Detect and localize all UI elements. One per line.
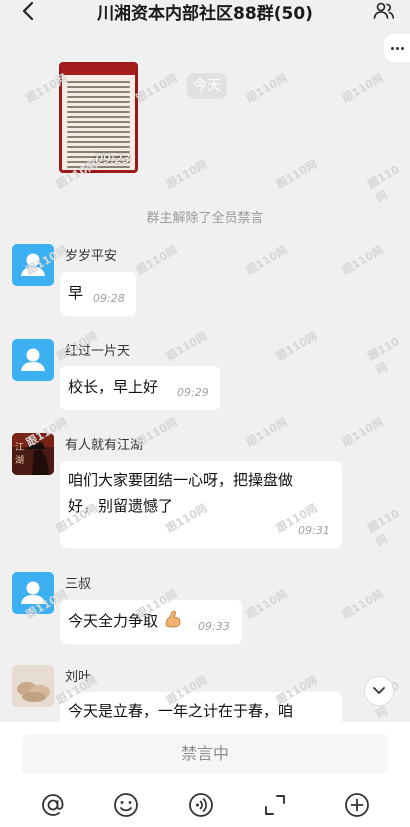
watermark-text: 跟110网 xyxy=(340,243,386,278)
chat-title: 川湘资本内部社区88群(50) xyxy=(97,4,313,24)
watermark-text: 跟110网 xyxy=(244,415,290,450)
voice-icon xyxy=(189,793,213,817)
avatar-char: 湖 xyxy=(15,455,24,466)
watermark-text: 跟110网 xyxy=(340,415,386,450)
muted-input-field[interactable]: 禁言中 xyxy=(22,734,388,774)
plus-icon xyxy=(345,793,369,817)
at-icon xyxy=(42,794,64,816)
message-content: 今天全力争取 xyxy=(68,608,183,635)
watermark-text: 跟110网 xyxy=(134,71,180,106)
sender-name: 岁岁平安 xyxy=(65,249,118,264)
back-button[interactable] xyxy=(18,0,42,22)
flexed-biceps-icon xyxy=(165,610,181,628)
system-message: 群主解除了全员禁言 xyxy=(146,211,264,226)
avatar[interactable] xyxy=(12,339,54,381)
watermark-text: 跟110网 xyxy=(340,587,386,622)
more-dot-icon xyxy=(395,46,399,50)
watermark-text: 跟110网 xyxy=(244,587,290,622)
shared-image-message[interactable]: 09:23 xyxy=(59,62,138,173)
scroll-to-bottom-button[interactable] xyxy=(364,676,394,706)
message-time: 09:33 xyxy=(198,620,230,633)
sender-name: 三叔 xyxy=(65,577,92,592)
watermark-text: 跟110网 xyxy=(244,71,290,106)
message-bubble[interactable]: 校长，早上好 09:29 xyxy=(60,366,220,410)
avatar-char: 江 xyxy=(15,442,24,453)
watermark-text: 跟110网 xyxy=(244,243,290,278)
more-functions-button[interactable] xyxy=(342,790,372,820)
message-text: 早 xyxy=(68,284,84,302)
watermark-text: 跟110网 xyxy=(164,157,210,192)
watermark-text: 跟110网 xyxy=(164,329,210,364)
avatar[interactable] xyxy=(12,665,54,707)
watermark-text: 跟110网 xyxy=(274,157,320,192)
message-time: 09:31 xyxy=(298,524,330,537)
image-header-band xyxy=(62,65,135,75)
user-photo-avatar xyxy=(12,665,54,707)
at-mention-button[interactable] xyxy=(38,790,68,820)
sender-name: 有人就有江湖 xyxy=(65,438,144,453)
watermark-text: 跟110网 xyxy=(274,329,320,364)
image-timestamp: 09:23 xyxy=(95,152,130,166)
expand-icon xyxy=(265,795,285,815)
chat-header: 川湘资本内部社区88群(50) xyxy=(0,0,410,28)
date-divider: 今天 xyxy=(187,73,227,99)
emoji-icon xyxy=(114,793,138,817)
fullscreen-button[interactable] xyxy=(260,790,290,820)
watermark-text: 跟110网 xyxy=(365,334,402,377)
watermark-text: 跟110网 xyxy=(365,162,402,205)
emoji-button[interactable] xyxy=(111,790,141,820)
back-arrow-icon xyxy=(22,1,34,21)
message-time: 09:29 xyxy=(177,386,209,399)
watermark-text: 跟110网 xyxy=(134,415,180,450)
voice-button[interactable] xyxy=(186,790,216,820)
message-bubble[interactable]: 早 09:28 xyxy=(60,272,136,316)
group-members-button[interactable] xyxy=(372,0,396,22)
watermark-text: 跟110网 xyxy=(340,71,386,106)
group-members-icon xyxy=(373,2,395,19)
chevron-down-icon xyxy=(373,687,385,694)
more-dot-icon xyxy=(400,46,404,50)
message-text: 校长，早上好 xyxy=(68,378,159,396)
watermark-text: 跟110网 xyxy=(134,243,180,278)
more-dot-icon xyxy=(390,46,394,50)
message-time: 09:28 xyxy=(93,292,125,305)
default-user-icon xyxy=(21,348,45,371)
more-options-button[interactable] xyxy=(384,34,410,62)
message-text: 咱们大家要团结一心呀，把操盘做 xyxy=(68,471,294,489)
watermark-text: 跟110网 xyxy=(365,506,402,549)
